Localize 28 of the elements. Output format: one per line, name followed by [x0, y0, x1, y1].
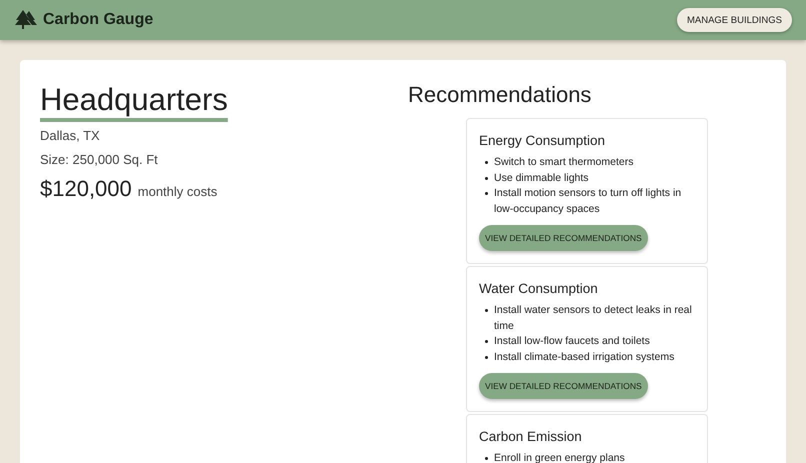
- recommendation-item: Install low-flow faucets and toilets: [494, 334, 650, 349]
- recommendations-heading: Recommendations: [408, 82, 592, 108]
- recommendation-item: Install motion sensors to turn off lights in low-occupancy spaces: [494, 186, 682, 216]
- cost-label: monthly costs: [138, 184, 218, 199]
- recommendation-item: Enroll in green energy plans: [494, 451, 625, 463]
- bullet-icon: [485, 309, 488, 312]
- view-recommendations-button[interactable]: VIEW DETAILED RECOMMENDATIONS: [479, 373, 648, 399]
- app-title: Carbon Gauge: [43, 11, 154, 29]
- bullet-icon: [485, 161, 488, 164]
- cost-amount: $120,000: [40, 176, 132, 202]
- building-location: Dallas, TX: [40, 128, 101, 143]
- building-size: Size: 250,000 Sq. Ft: [40, 152, 159, 167]
- bullet-icon: [485, 356, 488, 358]
- bullet-icon: [485, 176, 488, 180]
- recommendation-item: Install climate-based irrigation systems: [494, 350, 674, 364]
- bullet-icon: [485, 340, 488, 343]
- card-title: Water Consumption: [479, 281, 599, 296]
- manage-buildings-button[interactable]: MANAGE BUILDINGS: [676, 8, 792, 32]
- building-name: Headquarters: [40, 82, 229, 118]
- bullet-icon: [485, 192, 488, 195]
- recommendation-item: Install water sensors to detect leaks in real time: [494, 303, 693, 334]
- bullet-icon: [485, 457, 488, 460]
- recommendation-item: Switch to smart thermometers: [494, 155, 634, 170]
- card-title: Energy Consumption: [479, 133, 606, 148]
- trees-icon: [15, 10, 37, 30]
- recommendation-item: Use dimmable lights: [494, 170, 589, 186]
- view-recommendations-button[interactable]: VIEW DETAILED RECOMMENDATIONS: [479, 225, 648, 251]
- card-title: Carbon Emission: [479, 429, 583, 444]
